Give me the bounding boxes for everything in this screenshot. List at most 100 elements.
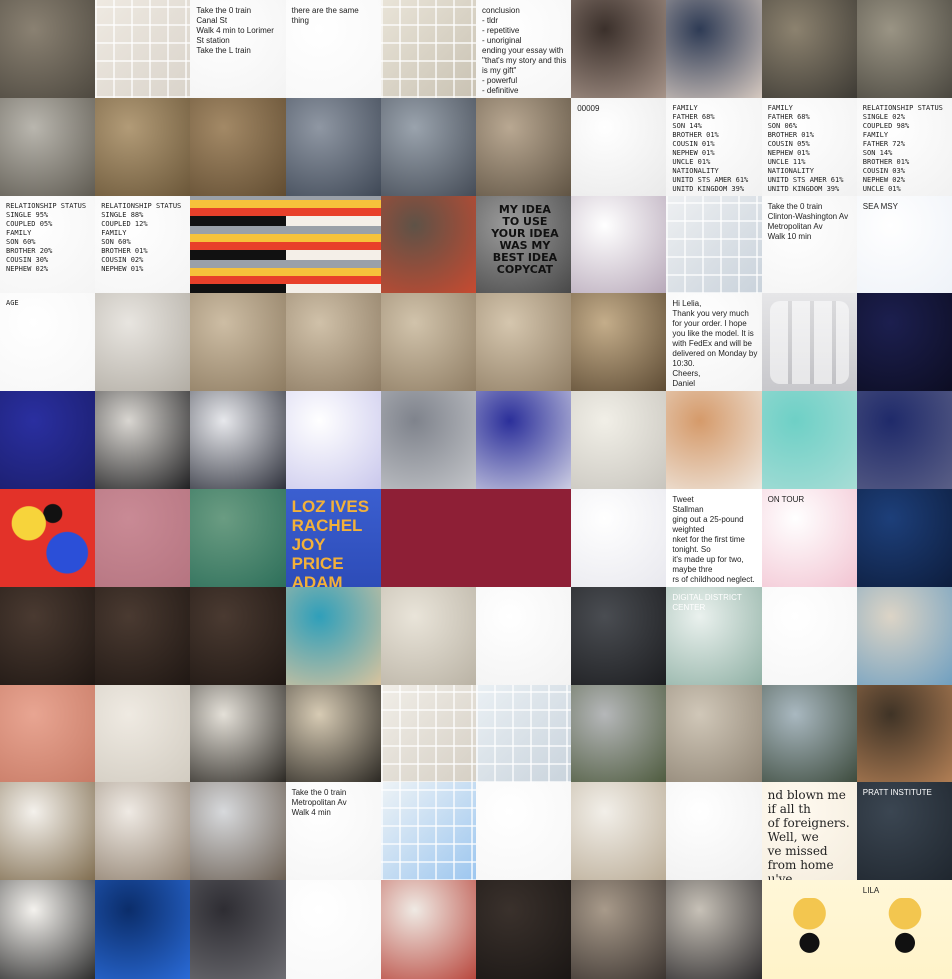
thumbnail[interactable]: LILA [856,880,952,979]
thumbnail[interactable] [95,0,191,99]
thumbnail[interactable] [761,684,858,783]
thumbnail[interactable] [380,391,477,490]
thumbnail[interactable] [666,391,763,490]
thumbnail[interactable]: PRATT INSTITUTE [856,782,952,881]
thumbnail[interactable] [380,293,477,392]
thumbnail[interactable] [0,391,96,490]
thumbnail[interactable] [285,586,382,686]
thumbnail[interactable] [0,586,96,686]
thumbnail[interactable] [0,880,96,979]
thumbnail[interactable]: conclusion - tldr - repetitive - unorigi… [476,0,572,99]
thumbnail[interactable] [856,391,952,490]
thumbnail[interactable] [190,880,287,979]
thumbnail[interactable]: Take the 0 train Clinton-Washington Av M… [761,195,858,294]
thumbnail[interactable]: MY IDEA TO USE YOUR IDEA WAS MY BEST IDE… [476,195,572,294]
thumbnail[interactable]: Take the 0 train Metropolitan Av Walk 4 … [285,782,382,881]
thumbnail[interactable] [0,0,96,99]
thumbnail[interactable] [380,586,477,686]
thumbnail[interactable] [571,684,667,783]
thumbnail[interactable]: 00009 [571,97,667,197]
thumbnail[interactable] [380,97,477,197]
thumbnail[interactable] [571,195,667,294]
thumbnail[interactable]: SEA MSY [856,195,952,294]
thumbnail[interactable] [380,489,477,588]
thumbnail[interactable] [380,195,477,294]
thumbnail[interactable] [571,0,667,99]
thumbnail[interactable]: LOZ IVES RACHEL JOY PRICE ADAM HAYES [285,489,382,588]
thumbnail[interactable]: DIGITAL DISTRICT CENTER [666,586,763,686]
thumbnail[interactable] [0,489,96,588]
thumbnail[interactable] [476,97,572,197]
thumbnail[interactable] [476,586,572,686]
thumbnail[interactable] [190,489,287,588]
thumbnail[interactable]: RELATIONSHIP STATUS SINGLE 95% COUPLED 0… [0,195,96,294]
thumbnail[interactable] [285,684,382,783]
thumbnail[interactable] [95,586,191,686]
thumbnail[interactable] [0,782,96,881]
thumbnail[interactable]: nd blown me if all th of foreigners. Wel… [761,782,858,881]
thumbnail[interactable] [95,782,191,881]
thumbnail[interactable] [190,782,287,881]
thumbnail[interactable] [190,586,287,686]
thumbnail[interactable] [571,586,667,686]
thumbnail[interactable]: Take the 0 train Canal St Walk 4 min to … [190,0,287,99]
thumbnail[interactable] [856,293,952,392]
thumbnail[interactable] [571,880,667,979]
thumbnail[interactable] [380,684,477,783]
thumbnail[interactable] [190,684,287,783]
thumbnail[interactable] [476,684,572,783]
thumbnail[interactable]: RELATIONSHIP STATUS SINGLE 02% COUPLED 9… [856,97,952,197]
thumbnail[interactable] [380,880,477,979]
thumbnail[interactable] [856,489,952,588]
thumbnail[interactable] [190,391,287,490]
thumbnail[interactable] [380,782,477,881]
thumbnail[interactable] [285,880,382,979]
thumbnail[interactable] [666,782,763,881]
thumbnail[interactable] [476,293,572,392]
thumbnail[interactable] [285,391,382,490]
thumbnail[interactable] [380,0,477,99]
thumbnail[interactable] [761,391,858,490]
thumbnail[interactable] [95,293,191,392]
thumbnail[interactable] [190,195,287,294]
thumbnail[interactable] [571,489,667,588]
thumbnail[interactable] [285,293,382,392]
thumbnail[interactable] [666,195,763,294]
thumbnail[interactable] [856,0,952,99]
thumbnail[interactable]: Tweet Stallman ging out a 25-pound weigh… [666,489,763,588]
thumbnail[interactable] [0,97,96,197]
thumbnail[interactable] [285,195,382,294]
thumbnail[interactable]: Hi Lelia, Thank you very much for your o… [666,293,763,392]
thumbnail[interactable] [95,97,191,197]
thumbnail[interactable] [95,391,191,490]
thumbnail[interactable] [0,684,96,783]
thumbnail[interactable] [761,293,858,392]
thumbnail[interactable]: FAMILY FATHER 68% SON 06% BROTHER 01% CO… [761,97,858,197]
thumbnail[interactable]: FAMILY FATHER 68% SON 14% BROTHER 01% CO… [666,97,763,197]
thumbnail[interactable] [666,684,763,783]
thumbnail[interactable]: there are the same thing [285,0,382,99]
thumbnail[interactable] [666,880,763,979]
thumbnail[interactable] [761,880,858,979]
thumbnail[interactable] [666,0,763,99]
thumbnail[interactable] [95,684,191,783]
thumbnail[interactable] [476,489,572,588]
thumbnail[interactable] [190,293,287,392]
thumbnail[interactable] [571,293,667,392]
thumbnail[interactable] [571,782,667,881]
thumbnail[interactable]: AGE [0,293,96,392]
thumbnail[interactable] [285,97,382,197]
thumbnail[interactable] [95,880,191,979]
thumbnail[interactable] [856,684,952,783]
thumbnail[interactable] [856,586,952,686]
thumbnail[interactable] [95,489,191,588]
thumbnail[interactable]: RELATIONSHIP STATUS SINGLE 88% COUPLED 1… [95,195,191,294]
thumbnail[interactable] [476,782,572,881]
thumbnail[interactable] [476,880,572,979]
thumbnail[interactable] [190,97,287,197]
thumbnail[interactable] [761,586,858,686]
thumbnail[interactable] [761,0,858,99]
thumbnail[interactable] [476,391,572,490]
thumbnail[interactable] [571,391,667,490]
thumbnail[interactable]: ON TOUR [761,489,858,588]
